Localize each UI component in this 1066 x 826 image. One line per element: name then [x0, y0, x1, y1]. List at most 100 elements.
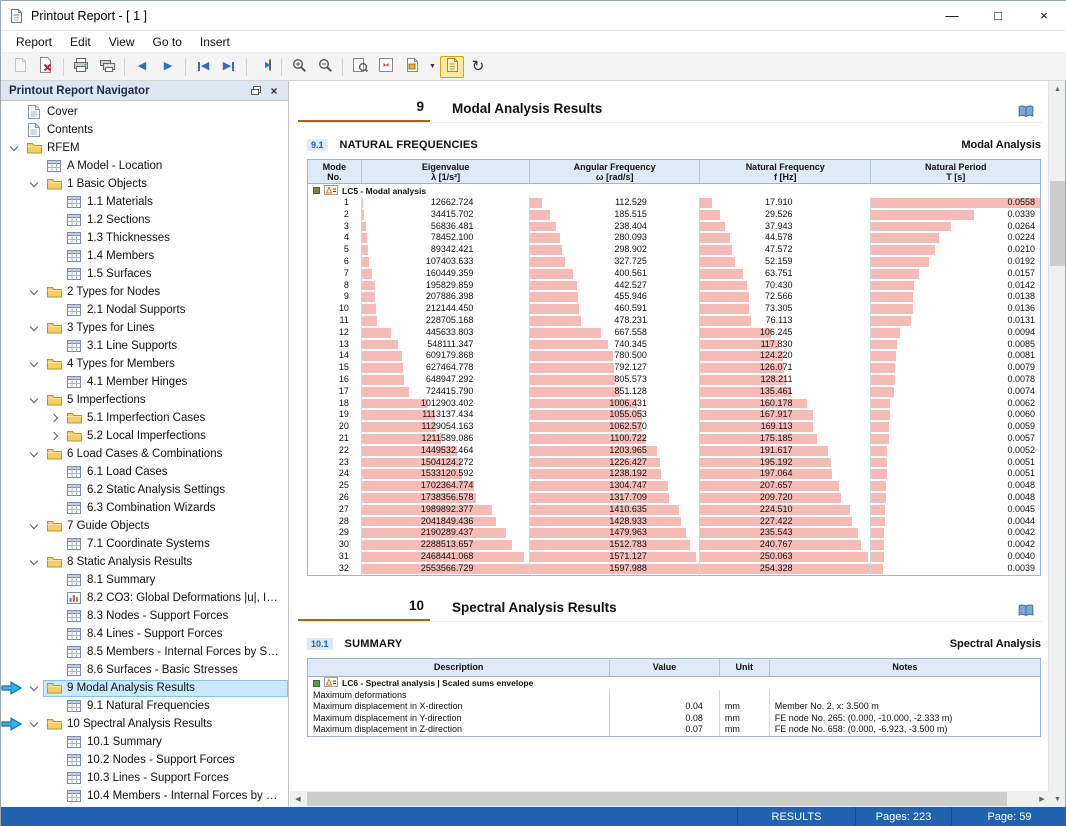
tree-item-5-2-local-imperfections[interactable]: 5.2 Local Imperfections: [1, 427, 288, 445]
tree-item-10-spectral-analysis-results[interactable]: 10 Spectral Analysis Results: [1, 715, 288, 733]
menu-go-to[interactable]: Go to: [144, 33, 191, 51]
table-icon: [66, 466, 82, 478]
tree-item-3-types-for-lines[interactable]: 3 Types for Lines: [1, 319, 288, 337]
tree-item-5-1-imperfection-cases[interactable]: 5.1 Imperfection Cases: [1, 409, 288, 427]
last-page-button[interactable]: ▶: [217, 56, 241, 78]
close-panel-icon[interactable]: ×: [265, 83, 283, 99]
scroll-up-icon[interactable]: ▲: [1049, 81, 1066, 97]
tree-item-label: RFEM: [47, 142, 80, 154]
chevron-down-icon[interactable]: [30, 556, 38, 564]
delete-report-button[interactable]: [34, 56, 58, 78]
refresh-button[interactable]: ↻: [466, 56, 490, 78]
tree-item-4-types-for-members[interactable]: 4 Types for Members: [1, 355, 288, 373]
zoom-in-button[interactable]: [287, 56, 311, 78]
tree-item-6-load-cases-combinations[interactable]: 6 Load Cases & Combinations: [1, 445, 288, 463]
tree-item-1-2-sections[interactable]: 1.2 Sections: [1, 211, 288, 229]
book-icon[interactable]: [1018, 105, 1034, 118]
tree-item-contents[interactable]: Contents: [1, 121, 288, 139]
goto-page-button[interactable]: [252, 56, 276, 78]
horizontal-scrollbar[interactable]: ◀ ▶: [290, 791, 1050, 807]
cell-value: 212144.450: [362, 303, 530, 315]
frequency-row: 7160449.359400.56163.7510.0157: [308, 268, 1040, 280]
chevron-down-icon[interactable]: [30, 682, 38, 690]
tree-item-a-model-location[interactable]: A Model - Location: [1, 157, 288, 175]
tree-item-7-guide-objects[interactable]: 7 Guide Objects: [1, 517, 288, 535]
book-icon[interactable]: [1018, 604, 1034, 617]
chevron-right-icon[interactable]: [50, 432, 58, 440]
tree-item-10-1-summary[interactable]: 10.1 Summary: [1, 733, 288, 751]
zoom-out-button[interactable]: [313, 56, 337, 78]
chevron-down-icon[interactable]: [30, 178, 38, 186]
tree-item-10-2-nodes-support-forces[interactable]: 10.2 Nodes - Support Forces: [1, 751, 288, 769]
tree-item-5-imperfections[interactable]: 5 Imperfections: [1, 391, 288, 409]
summary-row: Maximum displacement in Y-direction0.08m…: [308, 713, 1040, 725]
vertical-scrollbar[interactable]: ▲ ▼: [1048, 81, 1065, 807]
fit-width-button[interactable]: [374, 56, 398, 78]
menu-edit[interactable]: Edit: [61, 33, 100, 51]
tree-item-8-4-lines-support-forces[interactable]: 8.4 Lines - Support Forces: [1, 625, 288, 643]
tree-item-8-5-members-internal-forces-by-section[interactable]: 8.5 Members - Internal Forces by Section: [1, 643, 288, 661]
chevron-down-icon[interactable]: [30, 286, 38, 294]
tree-item-3-1-line-supports[interactable]: 3.1 Line Supports: [1, 337, 288, 355]
prev-page-button[interactable]: ◀: [130, 56, 154, 78]
tree-item-6-1-load-cases[interactable]: 6.1 Load Cases: [1, 463, 288, 481]
export-button[interactable]: [400, 56, 424, 78]
tree-item-label: 3.1 Line Supports: [87, 340, 177, 352]
export-dropdown-button[interactable]: ▼: [426, 56, 438, 78]
tree-item-8-2-co3-global-deformations-u-in-a[interactable]: 8.2 CO3: Global Deformations |u|, In A..…: [1, 589, 288, 607]
tree-item-7-1-coordinate-systems[interactable]: 7.1 Coordinate Systems: [1, 535, 288, 553]
tree-item-cover[interactable]: Cover: [1, 103, 288, 121]
float-panel-icon[interactable]: [247, 83, 265, 99]
vertical-scrollbar-thumb[interactable]: [1050, 181, 1065, 266]
tree-item-9-1-natural-frequencies[interactable]: 9.1 Natural Frequencies: [1, 697, 288, 715]
menu-report[interactable]: Report: [7, 33, 61, 51]
chevron-down-icon[interactable]: [30, 358, 38, 366]
horizontal-scrollbar-thumb[interactable]: [307, 792, 1007, 806]
tree-item-9-modal-analysis-results[interactable]: 9 Modal Analysis Results: [1, 679, 288, 697]
tree-item-1-1-materials[interactable]: 1.1 Materials: [1, 193, 288, 211]
chevron-down-icon[interactable]: [30, 718, 38, 726]
chevron-down-icon[interactable]: [30, 394, 38, 402]
scroll-down-icon[interactable]: ▼: [1049, 791, 1066, 807]
chevron-down-icon[interactable]: [30, 520, 38, 528]
tree-item-8-static-analysis-results[interactable]: 8 Static Analysis Results: [1, 553, 288, 571]
tree-item-8-3-nodes-support-forces[interactable]: 8.3 Nodes - Support Forces: [1, 607, 288, 625]
tree-item-2-1-nodal-supports[interactable]: 2.1 Nodal Supports: [1, 301, 288, 319]
scroll-left-icon[interactable]: ◀: [290, 791, 306, 807]
tree-item-1-4-members[interactable]: 1.4 Members: [1, 247, 288, 265]
tree-item-rfem[interactable]: RFEM: [1, 139, 288, 157]
minimize-button[interactable]: —: [929, 1, 975, 31]
chevron-down-icon[interactable]: [30, 448, 38, 456]
folder-icon: [26, 142, 42, 154]
print-batch-button[interactable]: [95, 56, 119, 78]
chevron-right-icon[interactable]: [50, 414, 58, 422]
tree-item-8-1-summary[interactable]: 8.1 Summary: [1, 571, 288, 589]
printout-mode-button[interactable]: [440, 56, 464, 78]
maximize-button[interactable]: □: [975, 1, 1021, 31]
folder-icon: [46, 718, 62, 730]
tree-item-1-basic-objects[interactable]: 1 Basic Objects: [1, 175, 288, 193]
tree-item-label: 6.1 Load Cases: [87, 466, 168, 478]
tree-item-8-6-surfaces-basic-stresses[interactable]: 8.6 Surfaces - Basic Stresses: [1, 661, 288, 679]
tree-item-10-4-members-internal-forces-by-section[interactable]: 10.4 Members - Internal Forces by Sectio…: [1, 787, 288, 805]
chevron-down-icon[interactable]: [30, 322, 38, 330]
cell-value: 1226.427: [530, 457, 699, 469]
tree-item-4-1-member-hinges[interactable]: 4.1 Member Hinges: [1, 373, 288, 391]
tree-item-1-5-surfaces[interactable]: 1.5 Surfaces: [1, 265, 288, 283]
tree-item-10-3-lines-support-forces[interactable]: 10.3 Lines - Support Forces: [1, 769, 288, 787]
fit-page-button[interactable]: [348, 56, 372, 78]
tree-item-6-2-static-analysis-settings[interactable]: 6.2 Static Analysis Settings: [1, 481, 288, 499]
chevron-down-icon[interactable]: [10, 142, 18, 150]
menu-insert[interactable]: Insert: [191, 33, 239, 51]
next-page-button[interactable]: ▶: [156, 56, 180, 78]
tree-item-1-3-thicknesses[interactable]: 1.3 Thicknesses: [1, 229, 288, 247]
first-page-button[interactable]: ◀: [191, 56, 215, 78]
tree-item-6-3-combination-wizards[interactable]: 6.3 Combination Wizards: [1, 499, 288, 517]
tree-item-label: 5.1 Imperfection Cases: [87, 412, 205, 424]
page-setup-button[interactable]: [8, 56, 32, 78]
close-button[interactable]: ×: [1021, 1, 1066, 31]
menu-view[interactable]: View: [100, 33, 144, 51]
tree-item-2-types-for-nodes[interactable]: 2 Types for Nodes: [1, 283, 288, 301]
print-button[interactable]: [69, 56, 93, 78]
scroll-right-icon[interactable]: ▶: [1034, 791, 1050, 807]
